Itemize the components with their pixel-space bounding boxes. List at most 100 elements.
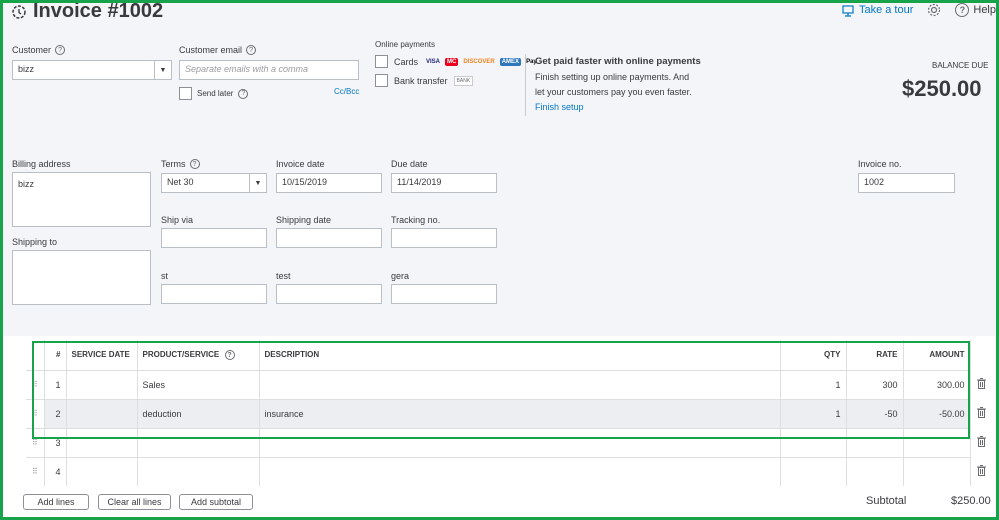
send-later-label: Send later [197,89,234,98]
service-date-cell[interactable] [66,369,138,399]
bank-transfer-checkbox[interactable] [375,74,388,87]
amount-cell[interactable]: 300.00 [903,369,971,399]
qty-cell[interactable]: 1 [780,398,847,428]
invoice-date-input[interactable]: 10/15/2019 [276,173,382,193]
amount-cell[interactable] [903,427,971,457]
custom-field-gera-input[interactable] [391,284,497,304]
row-num: 3 [44,427,67,457]
invoice-no-value: 1002 [864,177,885,187]
customer-label: Customer ? [12,45,66,55]
product-cell[interactable] [137,456,260,486]
help-icon: ? [955,3,970,17]
question-icon[interactable]: ? [55,45,66,55]
col-rate: RATE [846,340,904,370]
chevron-down-icon[interactable]: ▼ [249,174,266,192]
ship-via-label: Ship via [161,215,194,225]
billing-address-input[interactable]: bizz [12,172,151,227]
amount-cell[interactable] [903,456,971,486]
cc-bcc-link[interactable]: Cc/Bcc [334,87,359,96]
subtotal-value: $250.00 [951,495,991,507]
invoice-no-input[interactable]: 1002 [858,173,955,193]
col-product-service: PRODUCT/SERVICE ? [137,340,260,370]
billing-address-label: Billing address [12,159,71,169]
online-payments-label: Online payments [375,40,436,49]
col-description: DESCRIPTION [259,340,781,370]
terms-label: Terms ? [161,159,200,169]
rate-cell[interactable]: -50 [846,398,904,428]
clear-all-lines-button[interactable]: Clear all lines [98,494,171,510]
trash-icon[interactable] [970,457,992,486]
shipping-to-input[interactable] [12,250,151,305]
table-row[interactable]: ⠿ 1 Sales 1 300 300.00 [26,369,992,399]
cards-label: Cards [394,56,419,67]
help-label: Help [973,4,996,16]
discover-icon: DISCOVER [463,58,495,65]
cards-checkbox[interactable] [375,55,388,68]
invoice-date-value: 10/15/2019 [282,177,328,187]
balance-due-label: BALANCE DUE [932,61,989,70]
terms-select[interactable]: Net 30 ▼ [161,173,267,193]
col-num: # [44,340,67,370]
send-later-checkbox[interactable] [179,87,192,100]
trash-icon[interactable] [970,370,992,399]
description-cell[interactable]: insurance [259,398,781,428]
service-date-cell[interactable] [66,398,138,428]
description-cell[interactable] [259,427,781,457]
rate-cell[interactable]: 300 [846,369,904,399]
customer-select[interactable]: bizz ▼ [12,60,172,80]
promo-line2: let your customers pay you even faster. [535,87,692,97]
table-row[interactable]: ⠿ 3 [26,427,992,457]
service-date-cell[interactable] [66,456,138,486]
product-cell[interactable] [137,427,260,457]
trash-icon[interactable] [970,428,992,457]
custom-field-st-input[interactable] [161,284,267,304]
drag-handle-icon[interactable]: ⠿ [26,369,45,399]
product-cell[interactable]: Sales [137,369,260,399]
trash-icon[interactable] [970,399,992,428]
qty-cell[interactable] [780,427,847,457]
drag-handle-icon[interactable]: ⠿ [26,398,45,428]
qty-cell[interactable]: 1 [780,369,847,399]
take-tour-label: Take a tour [858,4,914,16]
amount-cell[interactable]: -50.00 [903,398,971,428]
bank-transfer-label: Bank transfer [394,75,448,86]
tracking-no-input[interactable] [391,228,497,248]
add-subtotal-button[interactable]: Add subtotal [179,494,253,510]
rate-cell[interactable] [846,427,904,457]
help-button[interactable]: ? Help [955,3,996,17]
row-num: 4 [44,456,67,486]
table-row[interactable]: ⠿ 4 [26,456,992,486]
email-placeholder: Separate emails with a comma [185,64,309,74]
customer-email-input[interactable]: Separate emails with a comma [179,60,359,80]
history-icon[interactable] [11,4,27,20]
custom-field-test-input[interactable] [276,284,382,304]
description-cell[interactable] [259,456,781,486]
qty-cell[interactable] [780,456,847,486]
drag-handle-icon[interactable]: ⠿ [26,427,45,457]
question-icon[interactable]: ? [224,350,235,360]
due-date-input[interactable]: 11/14/2019 [391,173,497,193]
tour-icon [842,4,854,17]
question-icon[interactable]: ? [238,88,249,99]
shipping-date-input[interactable] [276,228,382,248]
take-tour-link[interactable]: Take a tour [842,4,913,17]
gear-icon[interactable] [927,3,941,17]
question-icon[interactable]: ? [246,45,257,55]
question-icon[interactable]: ? [189,159,200,169]
bank-transfer-row: Bank transfer BANK [375,74,474,87]
drag-handle-icon[interactable]: ⠿ [26,456,45,486]
col-service-date: SERVICE DATE [66,340,138,370]
description-cell[interactable] [259,369,781,399]
rate-cell[interactable] [846,456,904,486]
handle-header [26,340,45,370]
finish-setup-link[interactable]: Finish setup [535,102,584,112]
table-header-row: # SERVICE DATE PRODUCT/SERVICE ? DESCRIP… [26,340,992,370]
table-row[interactable]: ⠿ 2 deduction insurance 1 -50 -50.00 [26,398,992,428]
add-lines-button[interactable]: Add lines [23,494,89,510]
service-date-cell[interactable] [66,427,138,457]
ship-via-input[interactable] [161,228,267,248]
product-cell[interactable]: deduction [137,398,260,428]
invoice-page: Invoice #1002 Take a tour ? Help Custome… [0,0,999,520]
subtotal-label: Subtotal [866,495,907,507]
chevron-down-icon[interactable]: ▼ [154,61,171,79]
